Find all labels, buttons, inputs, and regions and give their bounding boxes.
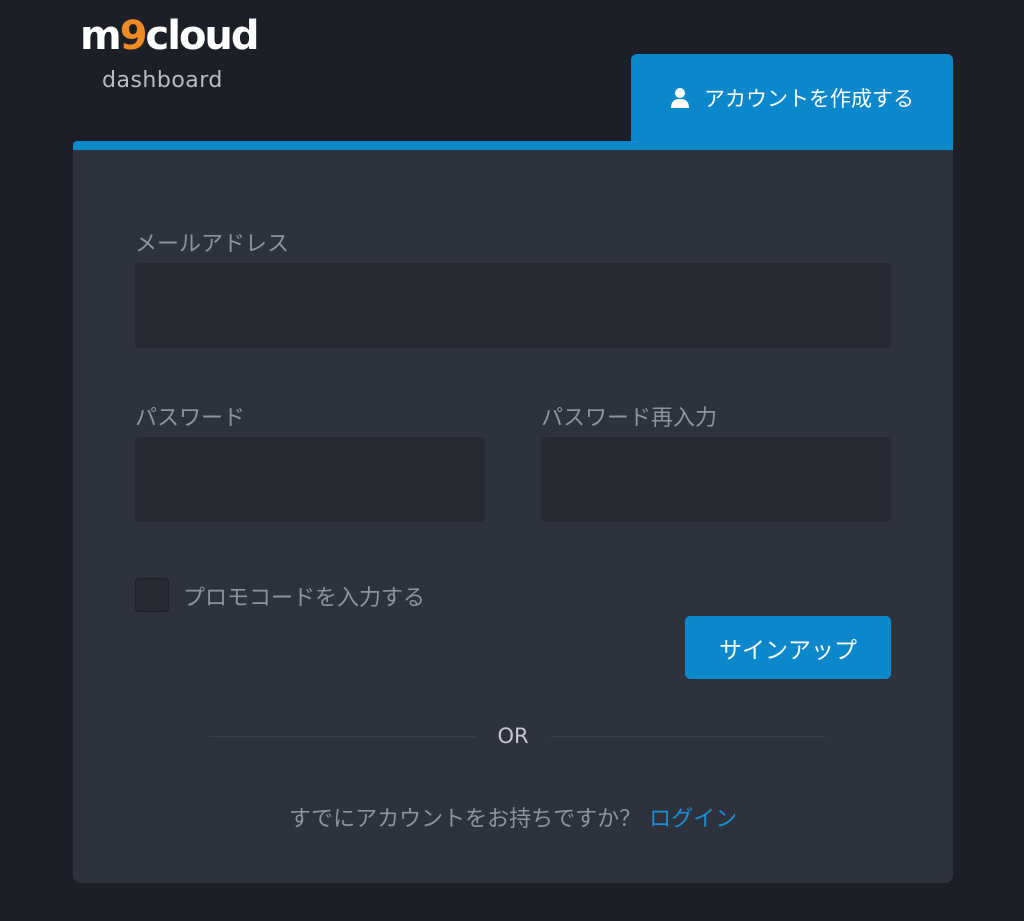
email-label: メールアドレス [135,232,290,257]
or-divider-text: OR [497,724,529,748]
password-label: パスワード [135,406,246,431]
logo-m: m [80,13,122,59]
logo-nine: 9 [119,13,148,59]
tab-create-account-label: アカウントを作成する [704,87,914,111]
promo-checkbox[interactable] [135,578,169,612]
login-prompt: すでにアカウントをお持ちですか？ ログイン [73,801,953,833]
signup-button[interactable]: サインアップ [685,616,891,679]
logo: m9cloud dashboard [80,12,280,102]
divider-left [209,736,475,737]
promo-checkbox-label[interactable]: プロモコードを入力する [183,580,425,612]
password-confirm-field[interactable] [541,437,891,522]
tab-create-account[interactable]: アカウントを作成する [631,54,953,150]
logo-cloud: cloud [145,13,260,59]
login-link[interactable]: ログイン [649,807,737,832]
password-confirm-label: パスワード再入力 [541,406,718,431]
logo-wordmark: m9cloud [80,12,260,60]
login-prompt-text: すでにアカウントをお持ちですか？ [288,807,642,832]
signup-card: メールアドレス パスワード パスワード再入力 プロモコードを入力する サインアッ… [73,141,953,883]
logo-subtitle: dashboard [102,68,223,93]
user-icon [670,87,690,109]
email-field[interactable] [135,263,891,348]
divider-right [551,736,825,737]
password-field[interactable] [135,437,485,522]
